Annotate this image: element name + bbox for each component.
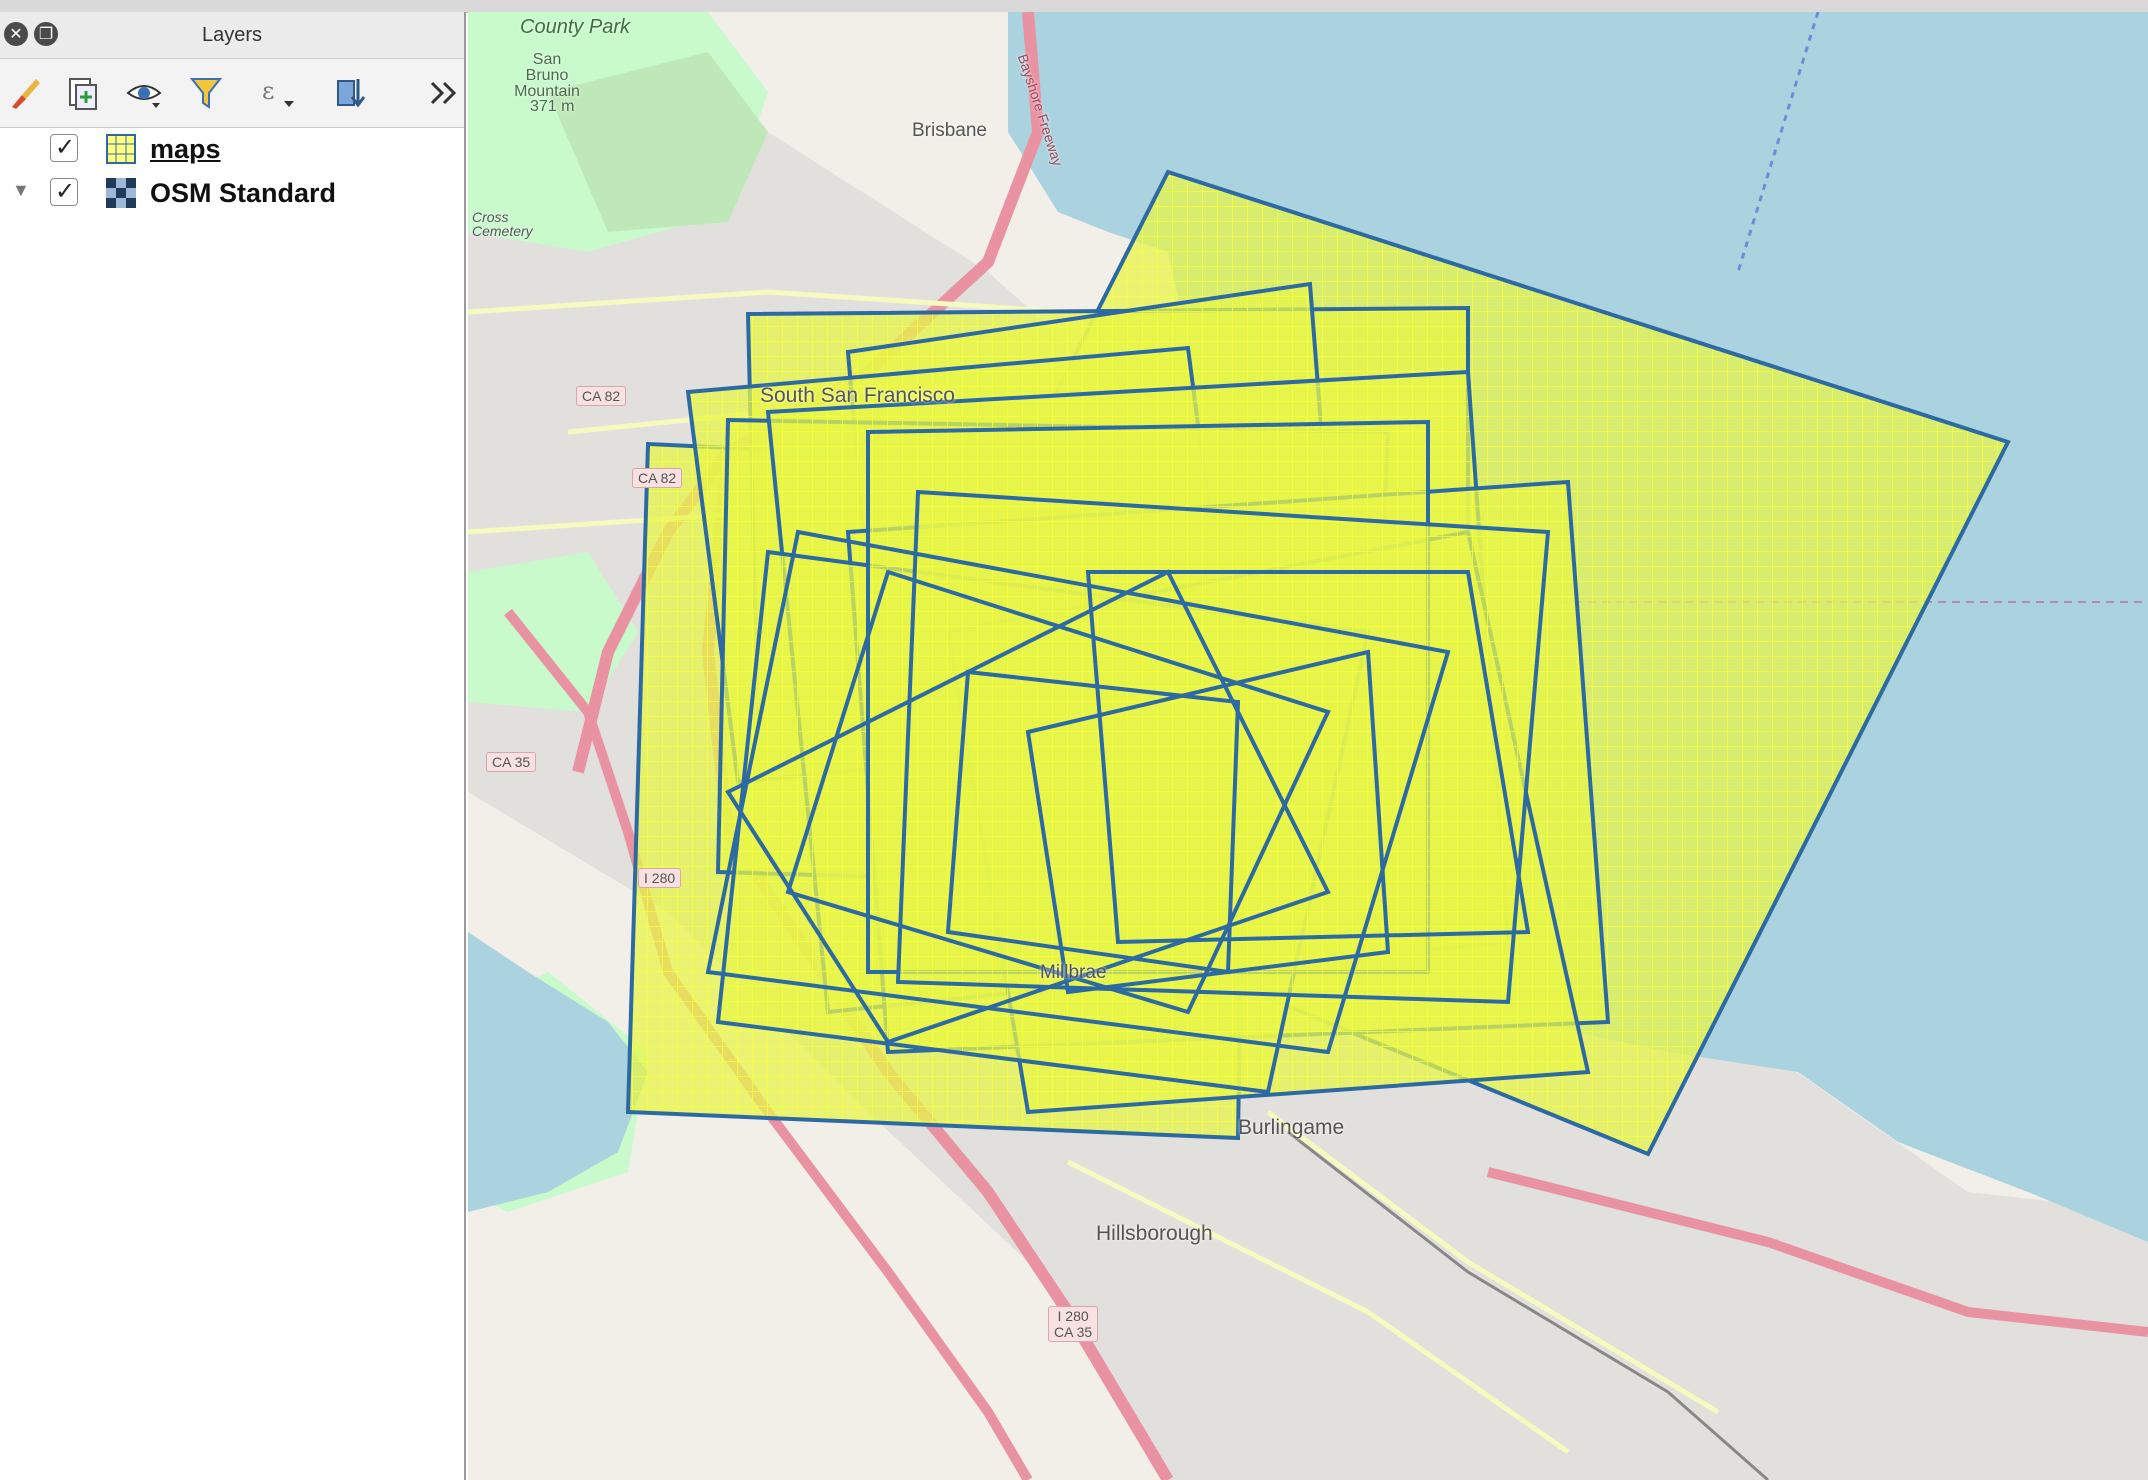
panel-title-bar: ✕ ❐ Layers (0, 12, 464, 59)
layer-row-maps[interactable]: ✓ maps (0, 128, 464, 168)
map-label-cross-cemetery: Cross Cemetery (472, 209, 533, 239)
layers-toolbar: ε (0, 59, 464, 128)
layer-name: maps (150, 134, 221, 164)
layer-checkbox[interactable]: ✓ (50, 177, 78, 206)
more-chevrons-icon[interactable] (424, 73, 464, 113)
panel-title: Layers (201, 24, 263, 46)
raster-tile-icon (106, 178, 136, 208)
hwy-shield-ca82: CA 82 (576, 386, 627, 406)
hwy-shield-ca82: CA 82 (632, 468, 683, 488)
hwy-shield-i280-ca35: I 280 CA 35 (1048, 1306, 1099, 1342)
map-label-hillsborough: Hillsborough (1096, 1222, 1213, 1245)
add-group-icon[interactable] (62, 73, 102, 113)
hwy-shield-i280: I 280 (638, 868, 682, 888)
map-label-county-park: County Park (520, 16, 631, 38)
map-label-san-bruno-mountain: San Bruno Mountain (514, 51, 580, 100)
map-label-millbrae: Millbrae (1040, 962, 1107, 983)
layer-name: OSM Standard (150, 178, 337, 208)
map-label-south-san-francisco: South San Francisco (760, 384, 955, 407)
polygon-grid-icon (106, 134, 136, 164)
expand-arrow-icon[interactable]: ▼ (12, 180, 30, 201)
eye-visibility-icon[interactable] (124, 73, 164, 113)
layers-panel: ✕ ❐ Layers ε ✓ maps ▼ ✓ OSM Standard (0, 12, 466, 1480)
map-canvas[interactable]: County Park San Bruno Mountain 371 m Bri… (468, 12, 2148, 1480)
filter-icon[interactable] (186, 73, 226, 113)
layer-checkbox[interactable]: ✓ (50, 133, 78, 162)
hwy-shield-line: CA 35 (1054, 1324, 1093, 1340)
paintbrush-icon[interactable] (6, 73, 46, 113)
hwy-shield-ca35: CA 35 (486, 752, 537, 772)
map-label-elevation: 371 m (530, 98, 575, 115)
layer-row-osm-standard[interactable]: ▼ ✓ OSM Standard (0, 172, 464, 212)
sort-layers-icon[interactable] (330, 73, 370, 113)
expression-filter-icon[interactable]: ε (258, 73, 298, 113)
map-label-burlingame: Burlingame (1238, 1116, 1345, 1139)
map-render (468, 12, 2148, 1480)
hwy-shield-line: I 280 (1057, 1308, 1089, 1324)
svg-text:ε: ε (262, 77, 274, 105)
map-label-brisbane: Brisbane (912, 120, 987, 141)
